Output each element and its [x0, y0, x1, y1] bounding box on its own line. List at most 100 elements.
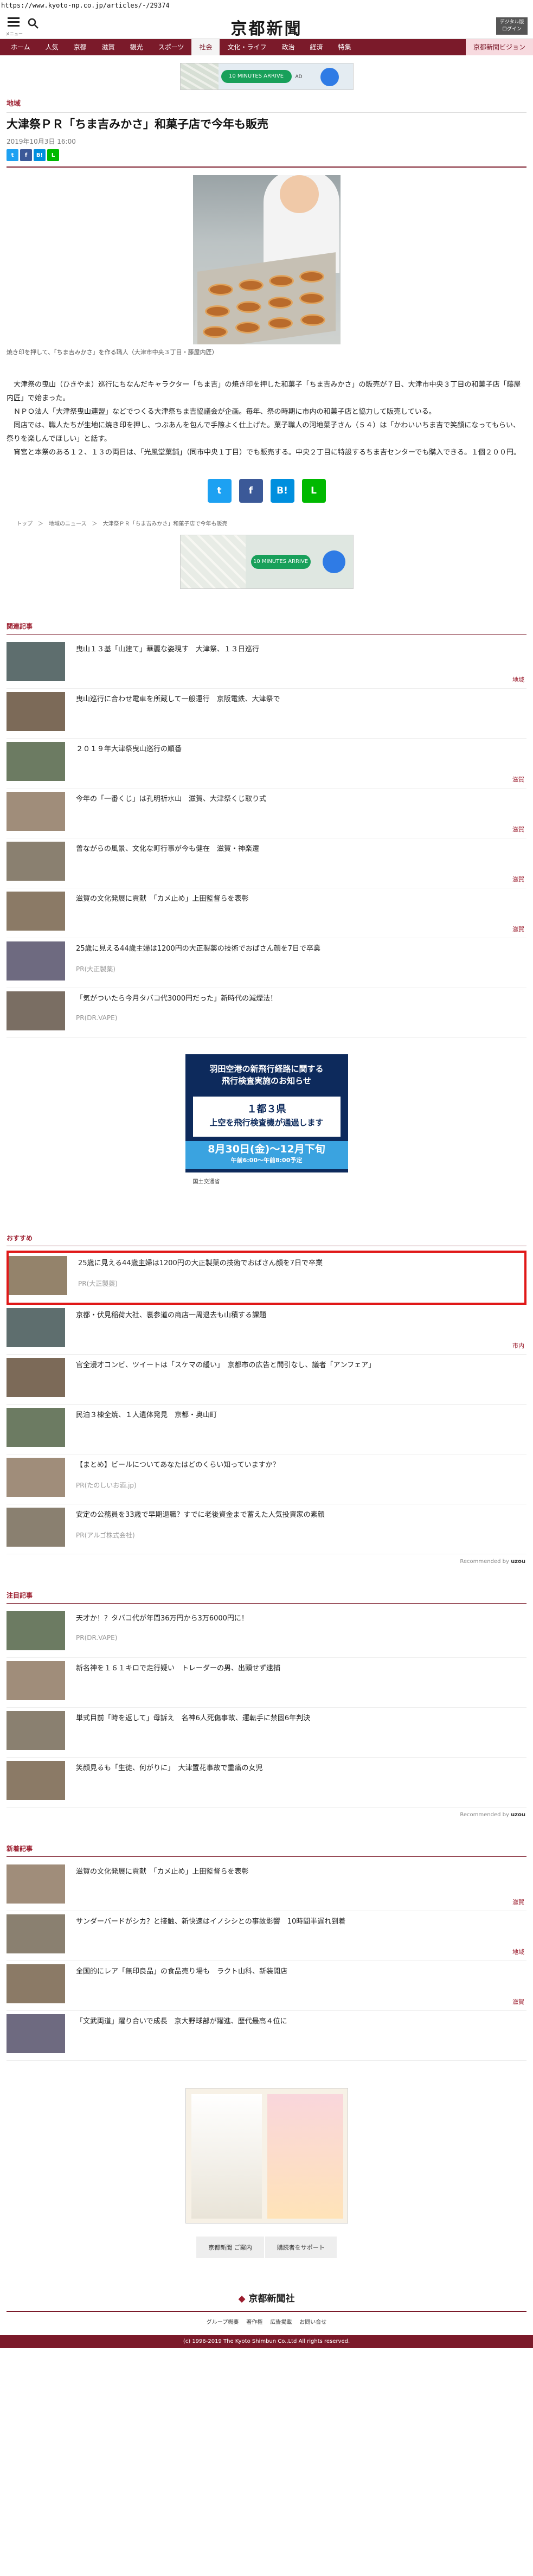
thumbnail[interactable] — [7, 1864, 65, 1904]
item-title[interactable]: 京都・伏見稲荷大社、裏参道の商店一周退去も山積する課題 — [76, 1310, 505, 1321]
item-title[interactable]: 滋賀の文化発展に貢献 「カメ止め」上田監督らを表彰 — [76, 894, 505, 905]
list-item[interactable]: 新名神を１６１キロで走行疑い トレーダーの男、出頭せず逮捕 — [7, 1658, 526, 1708]
thumbnail[interactable] — [7, 1964, 65, 2003]
hatena-icon[interactable]: B! — [34, 149, 46, 161]
list-item[interactable]: 単式目前「時を返して」母訴え 名神6人死傷事故、運転手に禁固6年判決 — [7, 1708, 526, 1758]
thumbnail[interactable] — [7, 991, 65, 1030]
thumbnail[interactable] — [7, 1508, 65, 1547]
item-title[interactable]: 単式目前「時を返して」母訴え 名神6人死傷事故、運転手に禁固6年判決 — [76, 1713, 505, 1724]
item-title[interactable]: 曾ながらの風景、文化な町行事が今も健在 滋賀・神楽遷 — [76, 844, 505, 855]
url-bar[interactable]: https://www.kyoto-np.co.jp/articles/-/29… — [0, 0, 533, 12]
line-icon[interactable]: L — [301, 479, 326, 503]
category-label[interactable]: 地域 — [512, 675, 524, 684]
ad-banner-mid[interactable]: 羽田空港の新飛行経路に関する 飛行検査実施のお知らせ １都３県 上空を飛行検査機が通… — [185, 1054, 348, 1190]
thumbnail[interactable] — [7, 1761, 65, 1800]
item-title[interactable]: 天才か！？タバコ代が年間36万円から3万6000円に！ — [76, 1613, 505, 1624]
item-title[interactable]: ２０１９年大津祭曳山巡行の順番 — [76, 744, 505, 755]
nav-item[interactable]: 京都 — [66, 39, 94, 55]
category-label[interactable]: 滋賀 — [512, 825, 524, 834]
nav-item[interactable]: 社会 — [191, 39, 220, 55]
nav-item[interactable]: 滋賀 — [94, 39, 123, 55]
thumbnail[interactable] — [7, 1914, 65, 1953]
site-logo[interactable]: 京都新聞 — [0, 15, 533, 39]
item-title[interactable]: 曳山巡行に合わせ電車を所蔵して一般運行 京阪電鉄、大津祭で — [76, 694, 505, 705]
list-item[interactable]: 笑顔見るも「生徒、何がりに」 大津置花事故で重痛の女児 — [7, 1758, 526, 1808]
list-item[interactable]: 今年の「一番くじ」は孔明祈水山 滋賀、大津祭くじ取り式滋賀 — [7, 789, 526, 838]
list-item[interactable]: 官全漫才コンビ、ツイートは「スケマの緩い」 京都市の広告と間引なし、議者「アンフ… — [7, 1355, 526, 1405]
list-item[interactable]: 25歳に見える44歳主婦は1200円の大正製薬の技術でおばさん顔を7日で卒業 PR… — [7, 938, 526, 988]
item-title[interactable]: 全国的にレア「無印良品」の食品売り場も ラクト山科、新装開店 — [76, 1966, 505, 1977]
item-title[interactable]: 25歳に見える44歳主婦は1200円の大正製薬の技術でおばさん顔を7日で卒業 — [78, 1258, 503, 1269]
ad-banner-bottom[interactable] — [185, 2088, 348, 2223]
item-title[interactable]: 曳山１３基「山建て」華麗な姿現す 大津祭、１３日巡行 — [76, 644, 505, 655]
list-item[interactable]: 全国的にレア「無印良品」の食品売り場も ラクト山科、新装開店滋賀 — [7, 1961, 526, 2011]
category-label[interactable]: 滋賀 — [512, 875, 524, 883]
facebook-icon[interactable]: f — [239, 479, 263, 503]
thumbnail[interactable] — [7, 1661, 65, 1700]
guide-button[interactable]: 京都新聞 ご案内 — [196, 2237, 264, 2258]
nav-item[interactable]: 観光 — [123, 39, 151, 55]
list-item[interactable]: 滋賀の文化発展に貢献 「カメ止め」上田監督らを表彰滋賀 — [7, 1861, 526, 1911]
thumbnail[interactable] — [7, 2014, 65, 2053]
list-item[interactable]: 「文武両道」躍り合いで成長 京大野球部が躍進、歴代最高４位に — [7, 2011, 526, 2061]
footer-link[interactable]: お問い合せ — [299, 2319, 326, 2325]
breadcrumb[interactable]: トップ ＞ 地域のニュース ＞ 大津祭ＰＲ「ちま吉みかさ」和菓子店で今年も販売 — [0, 519, 533, 527]
nav-item[interactable]: 経済 — [303, 39, 331, 55]
thumbnail[interactable] — [7, 1458, 65, 1497]
item-title[interactable]: 滋賀の文化発展に貢献 「カメ止め」上田監督らを表彰 — [76, 1867, 505, 1877]
item-title[interactable]: 「文武両道」躍り合いで成長 京大野球部が躍進、歴代最高４位に — [76, 2016, 505, 2027]
support-button[interactable]: 購読者をサポート — [265, 2237, 337, 2258]
category-label[interactable]: 市内 — [512, 1341, 524, 1350]
thumbnail[interactable] — [7, 1711, 65, 1750]
twitter-icon[interactable]: t — [7, 149, 18, 161]
item-title[interactable]: 民泊３棟全焼、１人遺体発見 京都・奥山町 — [76, 1410, 505, 1421]
nav-item[interactable]: 人気 — [38, 39, 66, 55]
item-title[interactable]: 今年の「一番くじ」は孔明祈水山 滋賀、大津祭くじ取り式 — [76, 794, 505, 805]
thumbnail[interactable] — [7, 792, 65, 831]
list-item[interactable]: 25歳に見える44歳主婦は1200円の大正製薬の技術でおばさん顔を7日で卒業 PR… — [9, 1253, 524, 1303]
thumbnail[interactable] — [7, 842, 65, 881]
list-item[interactable]: ２０１９年大津祭曳山巡行の順番滋賀 — [7, 739, 526, 789]
nav-item[interactable]: 文化・ライフ — [220, 39, 274, 55]
category-label[interactable]: 滋賀 — [512, 775, 524, 784]
item-title[interactable]: 25歳に見える44歳主婦は1200円の大正製薬の技術でおばさん顔を7日で卒業 — [76, 944, 505, 954]
thumbnail[interactable] — [7, 1358, 65, 1397]
twitter-icon[interactable]: t — [207, 479, 232, 503]
digital-button[interactable]: デジタル版 ログイン — [496, 17, 528, 35]
thumbnail[interactable] — [7, 1308, 65, 1347]
footer-link[interactable]: グループ概要 — [207, 2319, 239, 2325]
hatena-icon[interactable]: B! — [270, 479, 294, 503]
thumbnail[interactable] — [7, 742, 65, 781]
list-item[interactable]: 曾ながらの風景、文化な町行事が今も健在 滋賀・神楽遷滋賀 — [7, 838, 526, 888]
nav-item[interactable]: 特集 — [331, 39, 359, 55]
list-item[interactable]: 「気がついたら今月タバコ代3000円だった」新時代の減煙法！ PR(DR.VAPE… — [7, 988, 526, 1038]
section-label[interactable]: 地域 — [0, 98, 533, 108]
footer-logo[interactable]: ◆ 京都新聞社 — [0, 2291, 533, 2304]
list-item[interactable]: サンダーバードがシカ？と接触、新快速はイノシシとの事故影響 10時間半遅れ到着地… — [7, 1911, 526, 1961]
category-label[interactable]: 滋賀 — [512, 1997, 524, 2006]
thumbnail[interactable] — [7, 1408, 65, 1447]
item-title[interactable]: サンダーバードがシカ？と接触、新快速はイノシシとの事故影響 10時間半遅れ到着 — [76, 1917, 505, 1927]
list-item[interactable]: 天才か！？タバコ代が年間36万円から3万6000円に！ PR(DR.VAPE) — [7, 1608, 526, 1658]
nav-item[interactable]: ホーム — [3, 39, 38, 55]
item-title[interactable]: 【まとめ】ビールについてあなたはどのくらい知っていますか？ — [76, 1460, 505, 1471]
footer-link[interactable]: 広告掲載 — [270, 2319, 292, 2325]
thumbnail[interactable] — [7, 941, 65, 981]
item-title[interactable]: 「気がついたら今月タバコ代3000円だった」新時代の減煙法！ — [76, 994, 505, 1004]
thumbnail[interactable] — [7, 642, 65, 681]
category-label[interactable]: 滋賀 — [512, 925, 524, 933]
list-item[interactable]: 民泊３棟全焼、１人遺体発見 京都・奥山町 — [7, 1405, 526, 1454]
facebook-icon[interactable]: f — [20, 149, 32, 161]
list-item[interactable]: 安定の公務員を33歳で早期退職？すでに老後資金まで蓄えた人気投資家の素顔 PR(ア… — [7, 1504, 526, 1554]
list-item[interactable]: 滋賀の文化発展に貢献 「カメ止め」上田監督らを表彰滋賀 — [7, 888, 526, 938]
footer-link[interactable]: 著作権 — [246, 2319, 262, 2325]
thumbnail[interactable] — [7, 1611, 65, 1650]
thumbnail[interactable] — [7, 892, 65, 931]
line-icon[interactable]: L — [47, 149, 59, 161]
category-label[interactable]: 滋賀 — [512, 1898, 524, 1906]
list-item[interactable]: 京都・伏見稲荷大社、裏参道の商店一周退去も山積する課題市内 — [7, 1305, 526, 1355]
item-title[interactable]: 官全漫才コンビ、ツイートは「スケマの緩い」 京都市の広告と間引なし、議者「アンフ… — [76, 1360, 505, 1371]
nav-item[interactable]: スポーツ — [151, 39, 192, 55]
item-title[interactable]: 安定の公務員を33歳で早期退職？すでに老後資金まで蓄えた人気投資家の素顔 — [76, 1510, 505, 1521]
ad-banner-top[interactable]: 10 MINUTES ARRIVE AD — [179, 63, 354, 90]
